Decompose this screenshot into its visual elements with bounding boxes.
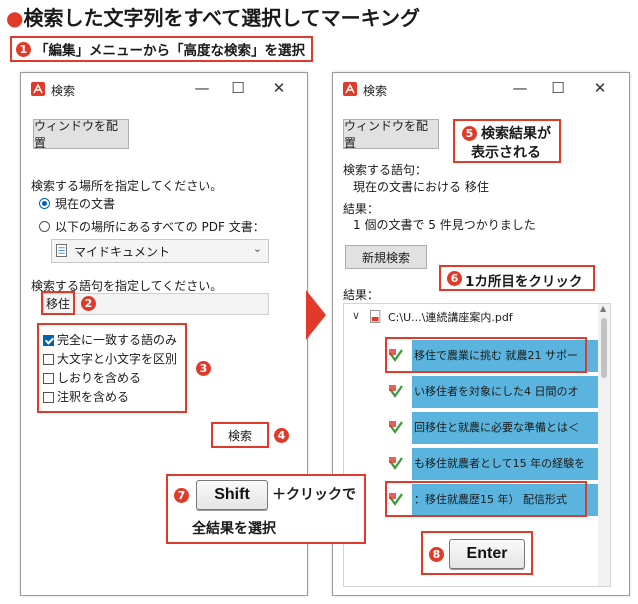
heading-bullet: ● bbox=[6, 6, 24, 30]
radio-all-pdf[interactable] bbox=[39, 221, 50, 232]
option-exact-match-label: 完全に一致する語のみ bbox=[57, 333, 178, 347]
callout-5-results-shown: 5 検索結果が 表示される bbox=[453, 119, 561, 163]
callout-2: 2 bbox=[81, 296, 96, 311]
callout-7-text1: ＋クリックで bbox=[272, 487, 356, 503]
callout-5-line2: 表示される bbox=[471, 145, 541, 161]
checkbox-case-sensitive[interactable] bbox=[43, 354, 54, 365]
first-result-highlight bbox=[385, 337, 587, 373]
acrobat-icon bbox=[31, 82, 45, 96]
step1-number: 1 bbox=[16, 41, 31, 57]
radio-all-pdf-label: 以下の場所にあるすべての PDF 文書： bbox=[55, 220, 265, 234]
acrobat-icon bbox=[343, 82, 357, 96]
callout-6-click-first: 6 1カ所目をクリック bbox=[439, 265, 595, 291]
checkbox-bookmarks[interactable] bbox=[43, 373, 54, 384]
heading-text: 検索した文字列をすべて選択してマーキング bbox=[23, 6, 421, 30]
radio-current-document[interactable] bbox=[39, 198, 50, 209]
callout-7-number: 7 bbox=[174, 488, 189, 503]
radio-current-document-label: 現在の文書 bbox=[55, 197, 116, 211]
window-title: 検索 bbox=[51, 84, 76, 98]
arrange-window-button[interactable]: ウィンドウを配置 bbox=[33, 119, 129, 150]
step1-text: 「編集」メニューから「高度な検索」を選択 bbox=[35, 43, 305, 59]
term-text: 現在の文書における 移住 bbox=[353, 180, 489, 194]
checkbox-comments[interactable] bbox=[43, 392, 54, 403]
callout-6-number: 6 bbox=[447, 271, 462, 286]
location-dropdown[interactable]: マイドキュメント ⌄ bbox=[51, 239, 269, 263]
callout-7-text2: 全結果を選択 bbox=[192, 521, 276, 537]
result-hit-icon bbox=[389, 457, 403, 470]
checkbox-exact-match[interactable] bbox=[43, 335, 54, 346]
pdf-file-icon bbox=[370, 310, 381, 324]
result-text: 回移住と就農に必要な準備とは＜ bbox=[412, 412, 600, 444]
search-term-value: 移住 bbox=[46, 297, 71, 311]
maximize-icon[interactable]: ☐ bbox=[227, 79, 249, 97]
new-search-button[interactable]: 新規検索 bbox=[345, 245, 427, 269]
result-hit-icon bbox=[389, 421, 403, 434]
callout-8-number: 8 bbox=[429, 547, 444, 562]
close-icon[interactable]: ✕ bbox=[268, 79, 290, 97]
shift-key: Shift bbox=[196, 480, 268, 510]
search-window-right: 検索 — ☐ ✕ ウィンドウを配置 5 検索結果が 表示される 検索する語句： … bbox=[332, 72, 630, 596]
callout-4: 4 bbox=[274, 428, 289, 443]
arrange-window-button[interactable]: ウィンドウを配置 bbox=[343, 119, 439, 150]
scrollbar-thumb[interactable] bbox=[601, 318, 607, 378]
enter-key: Enter bbox=[449, 539, 525, 569]
result-text: も移住就農者として15 年の経験を bbox=[412, 448, 600, 480]
tree-expand-icon[interactable]: ∨ bbox=[352, 309, 360, 322]
window-title: 検索 bbox=[363, 84, 388, 98]
result-hit-icon bbox=[389, 385, 403, 398]
callout-8-enter: 8 Enter bbox=[421, 531, 533, 575]
result-item[interactable]: も移住就農者として15 年の経験を bbox=[388, 448, 608, 480]
chevron-down-icon: ⌄ bbox=[252, 242, 262, 255]
last-result-highlight bbox=[385, 481, 587, 517]
location-label: 検索する場所を指定してください。 bbox=[31, 179, 223, 193]
title-bar: 検索 — ☐ ✕ bbox=[21, 73, 307, 105]
callout-6-text: 1カ所目をクリック bbox=[465, 274, 583, 290]
search-term-input[interactable] bbox=[43, 293, 269, 315]
result-heading: 結果： bbox=[343, 202, 380, 216]
result-item[interactable]: い移住者を対象にした4 日間のオ bbox=[388, 376, 608, 408]
minimize-icon[interactable]: — bbox=[509, 79, 531, 97]
step1-instruction: 1 「編集」メニューから「高度な検索」を選択 bbox=[10, 36, 313, 62]
callout-5-line1: 検索結果が bbox=[481, 126, 551, 142]
results-label: 結果： bbox=[343, 288, 380, 302]
result-text: い移住者を対象にした4 日間のオ bbox=[412, 376, 600, 408]
callout-3: 3 bbox=[196, 361, 211, 376]
search-button[interactable]: 検索 bbox=[215, 425, 265, 445]
term-heading: 検索する語句： bbox=[343, 163, 428, 177]
option-bookmarks-label: しおりを含める bbox=[57, 371, 142, 385]
callout-5-number: 5 bbox=[462, 126, 477, 141]
option-case-sensitive-label: 大文字と小文字を区別 bbox=[57, 352, 178, 366]
results-scrollbar[interactable]: ▲ bbox=[598, 304, 610, 586]
arrow-right-icon bbox=[306, 290, 326, 340]
title-bar: 検索 — ☐ ✕ bbox=[333, 73, 629, 105]
document-icon bbox=[56, 244, 67, 257]
result-file-name[interactable]: C:\U...\連続講座案内.pdf bbox=[388, 309, 513, 325]
result-item[interactable]: 回移住と就農に必要な準備とは＜ bbox=[388, 412, 608, 444]
option-comments-label: 注釈を含める bbox=[57, 390, 130, 404]
location-dropdown-value: マイドキュメント bbox=[74, 245, 171, 259]
callout-7-shift-click: 7 Shift ＋クリックで 全結果を選択 bbox=[166, 474, 366, 544]
page-heading: ●検索した文字列をすべて選択してマーキング bbox=[6, 2, 420, 31]
close-icon[interactable]: ✕ bbox=[589, 79, 611, 97]
minimize-icon[interactable]: — bbox=[191, 79, 213, 97]
maximize-icon[interactable]: ☐ bbox=[547, 79, 569, 97]
scroll-up-icon[interactable]: ▲ bbox=[600, 304, 606, 313]
result-summary: 1 個の文書で 5 件見つかりました bbox=[353, 218, 536, 232]
